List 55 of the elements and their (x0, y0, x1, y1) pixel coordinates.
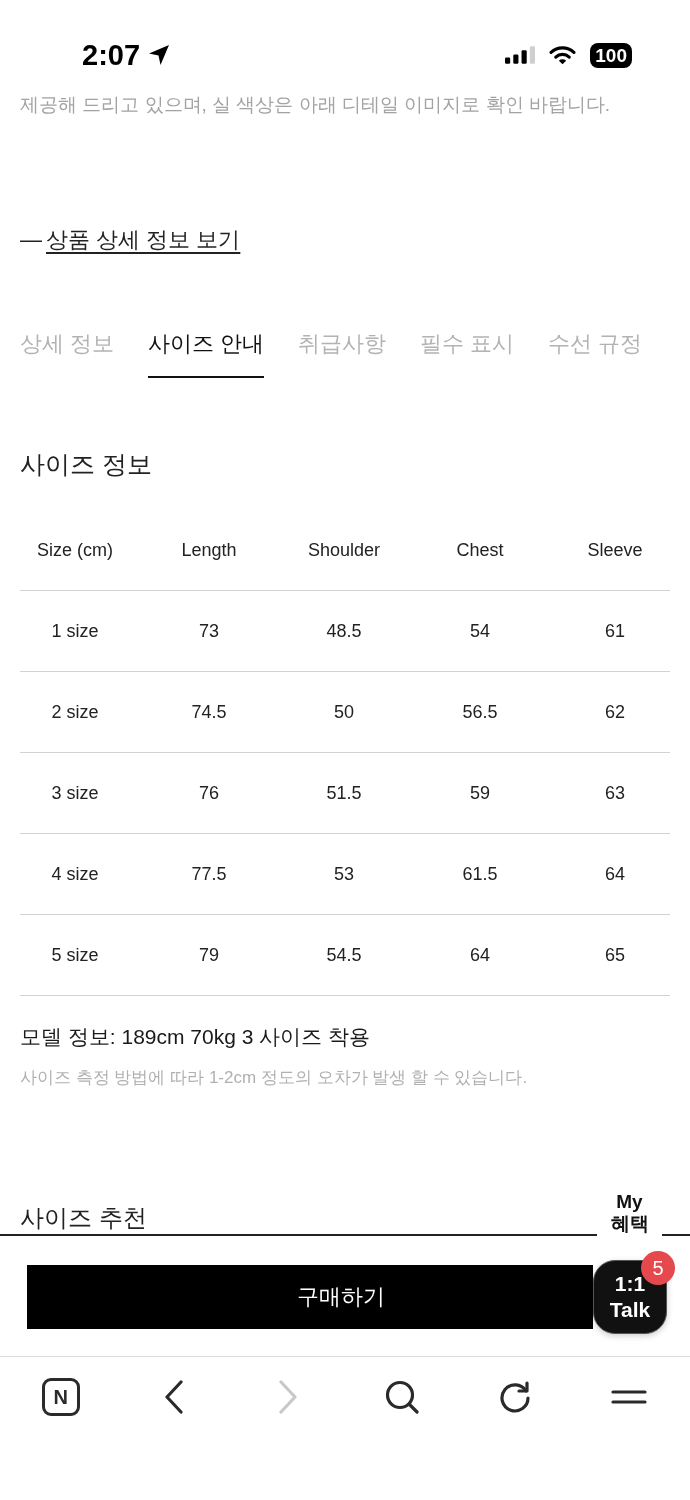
model-info-text: 모델 정보: 189cm 70kg 3 사이즈 착용 (20, 1024, 371, 1050)
table-cell-text: 5 size (51, 944, 99, 967)
table-cell-text: 65 (605, 944, 625, 967)
table-cell-text: 51.5 (326, 782, 362, 805)
signal-icon (505, 46, 536, 64)
logo-button[interactable]: N (41, 1378, 80, 1416)
status-time: 2:07 (82, 38, 141, 72)
table-cell-text: 53 (334, 863, 354, 886)
menu-icon (611, 1390, 648, 1404)
table-header-cell-text: Length (181, 539, 237, 562)
table-header-cell-text: Sleeve (587, 539, 643, 562)
battery-indicator: 100 (590, 42, 632, 68)
tab[interactable]: 사이즈 안내 (148, 315, 265, 378)
table-cell-text: 64 (605, 863, 625, 886)
wifi-icon (549, 45, 577, 65)
table-cell-text: 4 size (51, 863, 99, 886)
table-cell-text: 76 (199, 782, 219, 805)
location-arrow-icon (148, 44, 171, 66)
table-cell-text: 3 size (51, 782, 99, 805)
search-icon (384, 1380, 419, 1414)
table-header-cell-text: Size (cm) (37, 539, 113, 562)
section-title: 사이즈 추천 (20, 1203, 147, 1233)
table-cell-text: 63 (605, 782, 625, 805)
leading-dash: — (20, 226, 42, 254)
table-cell-text: 74.5 (191, 701, 227, 724)
description-text: 제공해 드리고 있으며, 실 색상은 아래 디테일 이미지로 확인 바랍니다. (20, 93, 611, 117)
notification-badge: 5 (641, 1251, 675, 1285)
buy-button[interactable]: 구매하기 (27, 1265, 593, 1329)
section-title: 사이즈 정보 (20, 449, 152, 480)
table-cell-text: 2 size (51, 701, 99, 724)
table-cell-text: 54 (470, 620, 490, 643)
note-text: 사이즈 측정 방법에 따라 1-2cm 정도의 오차가 발생 할 수 있습니다. (20, 1067, 528, 1089)
table-cell-text: 59 (470, 782, 490, 805)
table-cell-text: 50 (334, 701, 354, 724)
chevron-left-icon (164, 1380, 185, 1414)
product-detail-link[interactable]: 상품 상세 정보 보기 (46, 225, 241, 255)
reload-button[interactable] (499, 1381, 532, 1413)
reload-icon (499, 1381, 532, 1413)
table-cell-text: 61.5 (462, 863, 498, 886)
table-header-cell-text: Chest (456, 539, 504, 562)
table-cell-text: 62 (605, 701, 625, 724)
table-cell-text: 79 (199, 944, 219, 967)
table-cell-text: 73 (199, 620, 219, 643)
table-cell-text: 48.5 (326, 620, 362, 643)
table-cell-text: 64 (470, 944, 490, 967)
table-cell-text: 54.5 (326, 944, 362, 967)
menu-button[interactable] (611, 1390, 648, 1404)
table-cell-text: 77.5 (191, 863, 227, 886)
table-cell-text: 61 (605, 620, 625, 643)
table-cell-text: 1 size (51, 620, 99, 643)
table-header-cell-text: Shoulder (307, 539, 381, 562)
chevron-right-icon (278, 1380, 299, 1414)
table-cell-text: 56.5 (462, 701, 498, 724)
search-button[interactable] (384, 1380, 419, 1414)
back-button[interactable] (164, 1380, 185, 1414)
